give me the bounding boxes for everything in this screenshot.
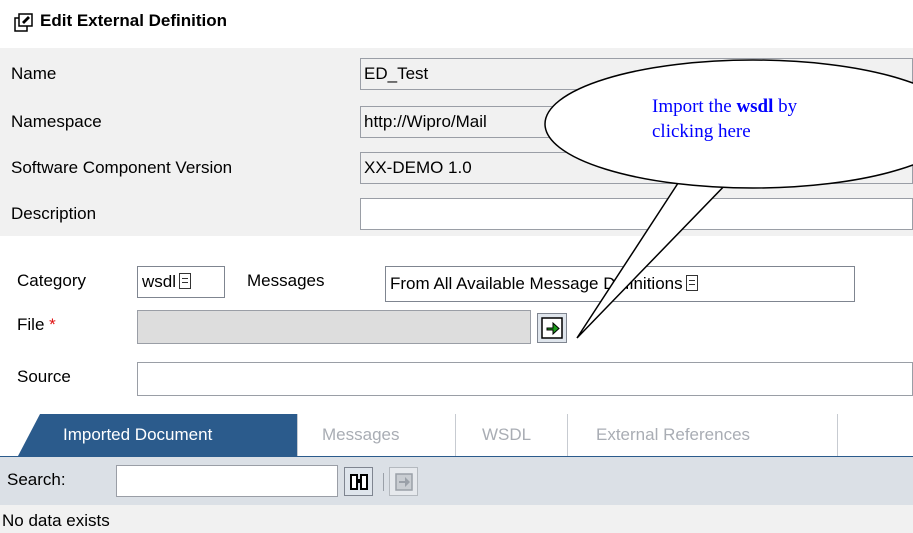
- toolbar-separator: [383, 473, 384, 491]
- find-button[interactable]: [344, 467, 373, 496]
- search-label: Search:: [7, 470, 66, 489]
- no-data-message: No data exists: [2, 511, 110, 530]
- tab-imported-document[interactable]: Imported Document: [18, 414, 298, 456]
- tab-wsdl[interactable]: WSDL: [460, 414, 568, 456]
- forward-icon: [394, 472, 413, 491]
- search-input[interactable]: [116, 465, 338, 497]
- tab-external-references[interactable]: External References: [572, 414, 838, 456]
- binoculars-icon: [349, 473, 368, 490]
- empty-state-row: No data exists: [0, 505, 913, 533]
- tab-strip: Imported Document Messages WSDL External…: [0, 414, 913, 459]
- tab-messages[interactable]: Messages: [300, 414, 456, 456]
- callout-text: Import the wsdl by clicking here: [652, 96, 798, 142]
- search-toolbar: Search:: [0, 457, 913, 505]
- next-result-button[interactable]: [389, 467, 418, 496]
